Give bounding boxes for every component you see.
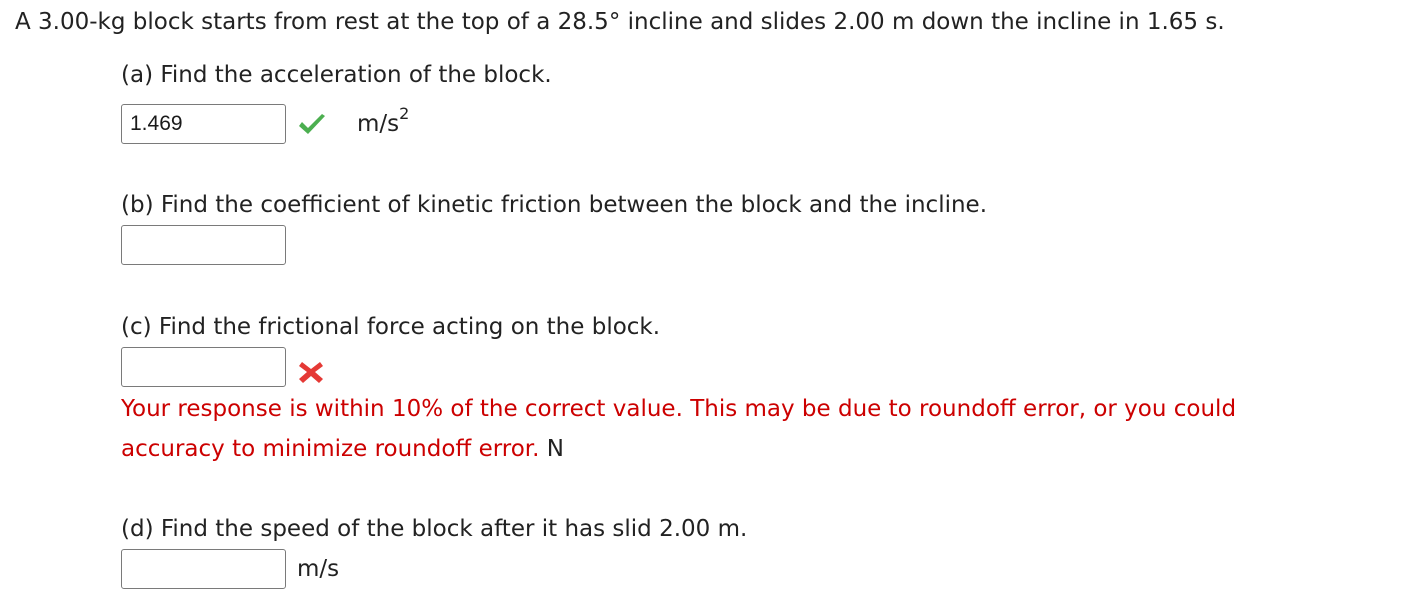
slide-time: 1.65 [1146, 9, 1199, 35]
part-a-unit-base: m/s [357, 111, 400, 137]
part-b-answer-input[interactable] [121, 225, 286, 265]
problem-text-middle: incline and slides 2.00 m down the incli… [620, 9, 1147, 35]
part-c-feedback-line2: accuracy to minimize roundoff error. N [121, 429, 564, 469]
part-a-answer-input[interactable] [121, 104, 286, 144]
cross-icon [299, 362, 323, 383]
problem-statement: A 3.00-kg block starts from rest at the … [15, 6, 1225, 38]
part-a-unit: m/s2 [357, 106, 409, 140]
incline-angle: 28.5° [557, 9, 621, 35]
part-c-answer-input[interactable] [121, 347, 286, 387]
part-d-unit: m/s [297, 556, 340, 582]
part-b-label: (b) Find the coefficient of kinetic fric… [121, 192, 988, 218]
part-a-unit-exponent: 2 [399, 104, 410, 123]
part-c-label: (c) Find the frictional force acting on … [121, 314, 661, 340]
problem-text-start: A 3.00-kg block starts from rest at the … [15, 9, 558, 35]
part-c-feedback-line1: Your response is within 10% of the corre… [121, 396, 1237, 422]
check-icon [299, 114, 325, 134]
part-c-feedback-text: accuracy to minimize roundoff error. [121, 436, 540, 462]
problem-text-end: s. [1198, 9, 1225, 35]
part-d-answer-input[interactable] [121, 549, 286, 589]
part-c-unit: N [546, 436, 564, 462]
part-a-label: (a) Find the acceleration of the block. [121, 62, 552, 88]
part-d-label: (d) Find the speed of the block after it… [121, 516, 748, 542]
